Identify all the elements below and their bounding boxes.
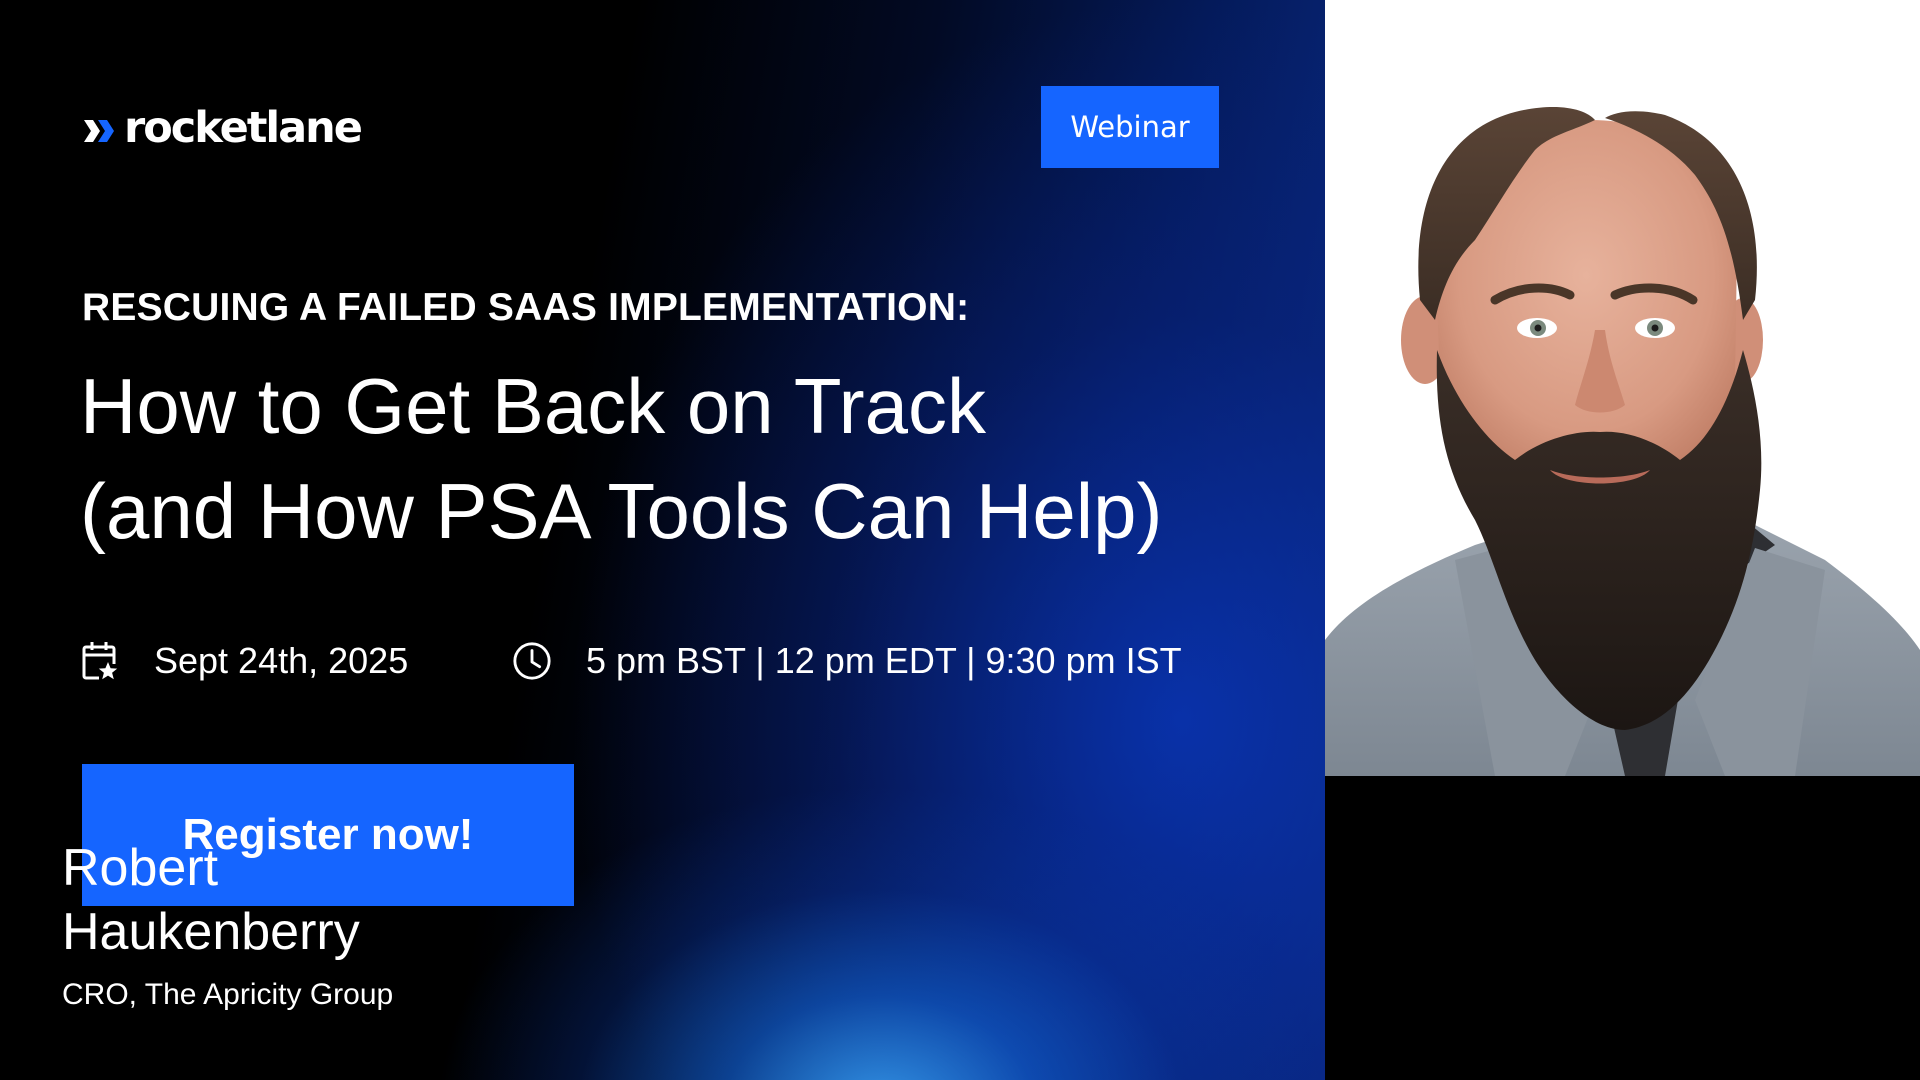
page-title: How to Get Back on Track (and How PSA To… (80, 354, 1280, 564)
speaker-panel (1325, 0, 1920, 1080)
clock-icon (512, 639, 552, 683)
calendar-star-icon (80, 639, 120, 683)
title-line-1: How to Get Back on Track (80, 362, 987, 450)
rocketlane-chevrons-icon (84, 120, 114, 142)
speaker-portrait-icon (1325, 0, 1920, 776)
event-time: 5 pm BST | 12 pm EDT | 9:30 pm IST (512, 636, 1182, 686)
event-details: Sept 24th, 2025 5 pm BST | 12 pm EDT | 9… (80, 636, 1280, 686)
title-line-2: (and How PSA Tools Can Help) (80, 467, 1163, 555)
event-date-text: Sept 24th, 2025 (154, 640, 409, 681)
webinar-banner: rocketlane Webinar RESCUING A FAILED SAA… (0, 0, 1920, 1080)
brand-name: rocketlane (124, 103, 363, 153)
headline-kicker: RESCUING A FAILED SAAS IMPLEMENTATION: (82, 286, 970, 329)
event-time-text: 5 pm BST | 12 pm EDT | 9:30 pm IST (586, 640, 1182, 681)
speaker-name: Robert Haukenberry (62, 836, 360, 964)
speaker-card (1325, 776, 1920, 1080)
brand-logo[interactable]: rocketlane (82, 102, 363, 154)
speaker-role: CRO, The Apricity Group (62, 978, 394, 1011)
event-date: Sept 24th, 2025 (80, 636, 408, 686)
speaker-first-name: Robert (62, 839, 219, 897)
webinar-badge: Webinar (1041, 86, 1219, 168)
speaker-last-name: Haukenberry (62, 903, 360, 961)
speaker-photo (1325, 0, 1920, 776)
